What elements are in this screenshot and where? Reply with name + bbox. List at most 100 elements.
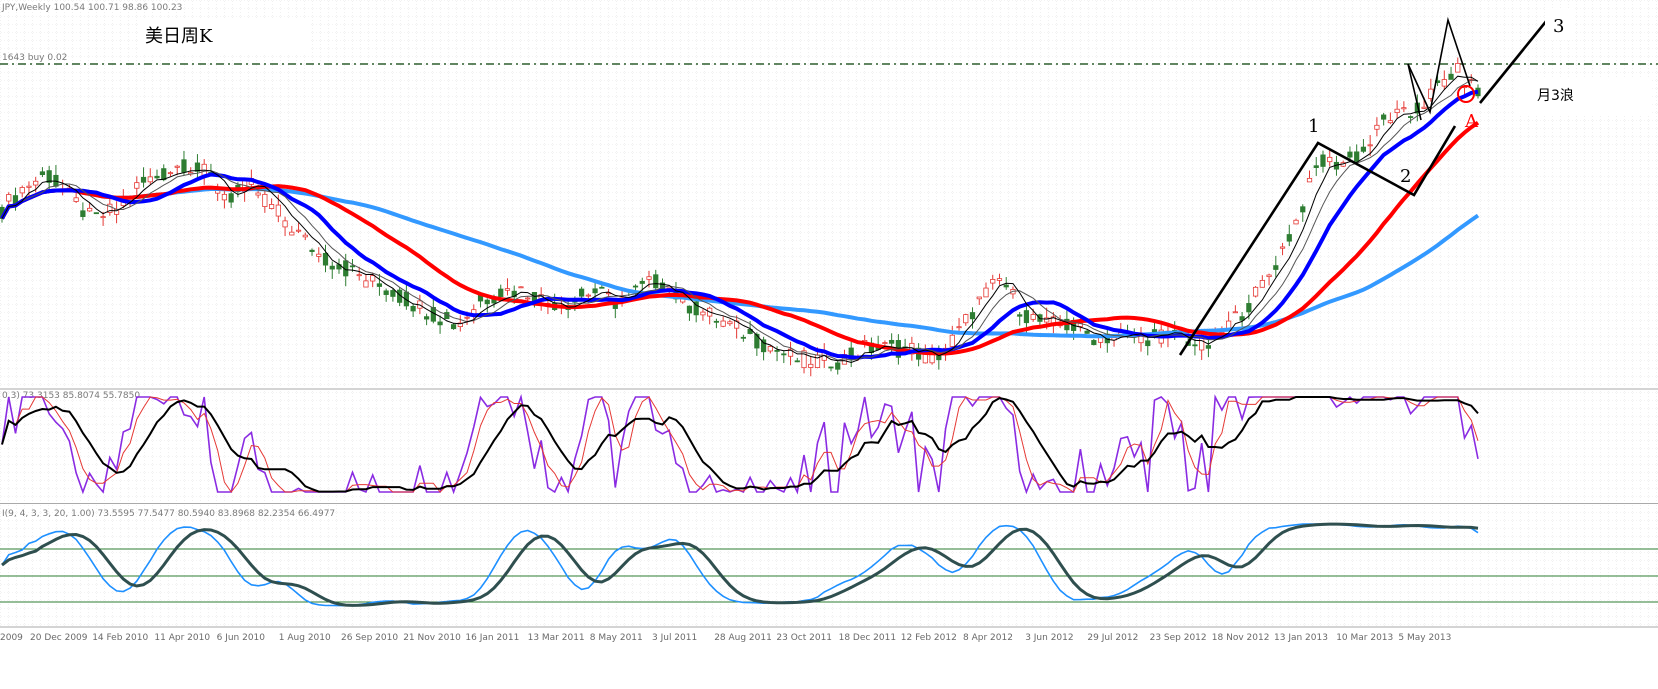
candle-body bbox=[1455, 63, 1461, 73]
candle-body bbox=[19, 187, 25, 194]
candle-body bbox=[1441, 79, 1447, 87]
candle-body bbox=[1300, 206, 1306, 213]
candle-body bbox=[579, 288, 585, 297]
candle-body bbox=[1387, 120, 1393, 124]
candle-body bbox=[1273, 265, 1279, 270]
candle-body bbox=[1347, 151, 1353, 158]
candle-body bbox=[632, 285, 639, 288]
candle-body bbox=[990, 279, 996, 284]
candle-body bbox=[639, 280, 645, 284]
candle-body bbox=[228, 193, 234, 203]
date-tick-label: 2009 bbox=[0, 633, 23, 643]
candle-body bbox=[828, 366, 834, 369]
candle-body bbox=[295, 229, 302, 232]
date-tick-label: 29 Jul 2012 bbox=[1087, 633, 1138, 643]
candle-body bbox=[174, 165, 180, 168]
candle-body bbox=[1017, 314, 1023, 317]
candle-body bbox=[484, 299, 490, 305]
candle-body bbox=[1394, 108, 1400, 114]
candle-body bbox=[289, 231, 295, 236]
candle-body bbox=[646, 276, 652, 280]
candle-body bbox=[1030, 314, 1036, 320]
candle-body bbox=[1279, 246, 1286, 249]
date-tick-label: 8 Apr 2012 bbox=[963, 633, 1013, 643]
date-tick-label: 5 May 2013 bbox=[1398, 633, 1451, 643]
candle-body bbox=[949, 334, 955, 347]
candle-body bbox=[302, 234, 308, 238]
candle-body bbox=[740, 336, 746, 339]
candle-body bbox=[1408, 116, 1414, 118]
candle-body bbox=[774, 350, 780, 352]
date-tick-label: 6 Jun 2010 bbox=[217, 633, 266, 643]
osc1-values-label: 0,3) 73.3153 85.8074 55.7850 bbox=[2, 391, 140, 401]
date-tick-label: 13 Mar 2011 bbox=[528, 633, 585, 643]
candle-body bbox=[1084, 330, 1090, 334]
date-tick-label: 8 May 2011 bbox=[590, 633, 643, 643]
candle-body bbox=[1293, 219, 1299, 225]
candle-body bbox=[767, 346, 773, 352]
candle-body bbox=[221, 193, 228, 201]
candle-body bbox=[1199, 337, 1205, 351]
date-tick-label: 13 Jan 2013 bbox=[1274, 633, 1328, 643]
candle-body bbox=[87, 207, 93, 212]
candle-body bbox=[781, 353, 787, 356]
candle-body bbox=[147, 176, 153, 183]
candle-body bbox=[504, 288, 511, 291]
candle-body bbox=[26, 185, 32, 188]
candle-body bbox=[464, 316, 470, 319]
date-tick-label: 20 Dec 2009 bbox=[30, 633, 88, 643]
candle-body bbox=[585, 294, 591, 297]
candle-body bbox=[39, 171, 46, 176]
date-axis: 2009 20 Dec 2009 14 Feb 2010 11 Apr 2010 6 J… bbox=[0, 633, 1451, 643]
date-tick-label: 12 Feb 2012 bbox=[901, 633, 957, 643]
candle-body bbox=[390, 290, 396, 297]
candle-body bbox=[700, 311, 706, 316]
candle-body bbox=[1246, 303, 1252, 313]
buy-order-label: 1643 buy 0.02 bbox=[2, 53, 67, 63]
symbol-ohlc-label: JPY,Weekly 100.54 100.71 98.86 100.23 bbox=[1, 3, 182, 13]
candle-body bbox=[383, 290, 389, 295]
candle-body bbox=[1320, 154, 1326, 167]
note-box bbox=[1515, 77, 1650, 115]
candle-body bbox=[1259, 280, 1265, 288]
wave1-label: 1 bbox=[1308, 116, 1319, 137]
candle-body bbox=[1023, 310, 1030, 324]
date-tick-label: 10 Mar 2013 bbox=[1336, 633, 1393, 643]
date-tick-label: 21 Nov 2010 bbox=[403, 633, 461, 643]
date-tick-label: 28 Aug 2011 bbox=[714, 633, 772, 643]
candle-body bbox=[1091, 340, 1097, 346]
candle-body bbox=[1381, 114, 1387, 120]
candle-body bbox=[969, 312, 976, 320]
chart-title: 美日周K bbox=[145, 26, 213, 47]
candle-body bbox=[349, 265, 356, 268]
candle-body bbox=[518, 286, 524, 289]
candle-body bbox=[686, 305, 693, 314]
date-tick-label: 14 Feb 2010 bbox=[92, 633, 148, 643]
candle-body bbox=[140, 176, 147, 183]
candle-body bbox=[1003, 284, 1009, 288]
candle-body bbox=[255, 192, 261, 196]
candle-body bbox=[727, 321, 733, 325]
candle-body bbox=[1421, 106, 1427, 109]
candle-body bbox=[801, 350, 807, 369]
candle-body bbox=[1232, 311, 1238, 314]
candle-body bbox=[1367, 144, 1373, 147]
point-a-label: A bbox=[1464, 111, 1479, 132]
candle-body bbox=[983, 287, 989, 298]
candle-body bbox=[498, 288, 504, 297]
candle-body bbox=[161, 168, 167, 181]
candle-body bbox=[6, 194, 12, 202]
candle-body bbox=[882, 342, 888, 344]
candle-body bbox=[424, 316, 430, 320]
candle-body bbox=[599, 286, 605, 289]
candle-body bbox=[889, 339, 895, 344]
candle-body bbox=[80, 210, 86, 217]
candle-body bbox=[1313, 165, 1319, 168]
candle-body bbox=[963, 314, 969, 324]
candle-body bbox=[316, 253, 322, 257]
candle-body bbox=[1448, 73, 1454, 80]
wave-note: 月3浪 bbox=[1537, 88, 1574, 104]
candle-body bbox=[720, 320, 726, 327]
candle-body bbox=[73, 197, 79, 202]
candle-body bbox=[1145, 340, 1151, 347]
